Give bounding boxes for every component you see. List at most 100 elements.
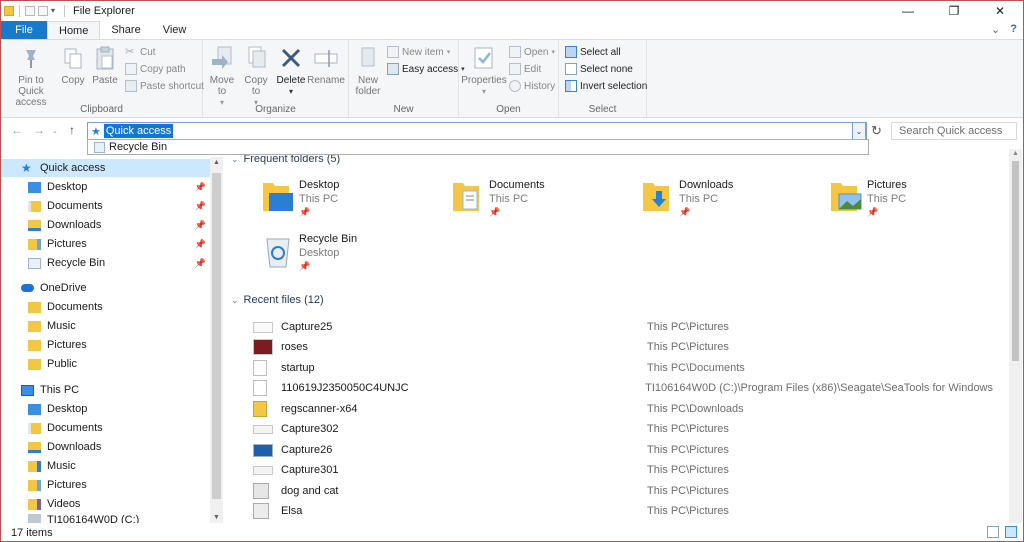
- properties-icon[interactable]: [25, 6, 35, 16]
- nav-qa-documents[interactable]: Documents 📌: [1, 197, 210, 215]
- recent-file-row[interactable]: Elsa This PC\Pictures: [253, 501, 993, 521]
- content-scroll-thumb[interactable]: [1012, 161, 1019, 361]
- scroll-up-icon[interactable]: ▲: [1012, 150, 1019, 157]
- close-button[interactable]: ✕: [977, 1, 1023, 21]
- minimize-button[interactable]: —: [885, 1, 931, 21]
- select-group: Select all Select none Invert selection …: [559, 40, 647, 118]
- recent-files-header[interactable]: ⌄ Recent files (12): [231, 292, 324, 308]
- nav-this-pc[interactable]: This PC: [1, 381, 210, 399]
- new-folder-button[interactable]: New folder: [353, 44, 383, 97]
- rename-button[interactable]: Rename: [307, 44, 345, 86]
- new-item-button[interactable]: New item ▾: [387, 46, 450, 58]
- nav-od-pictures[interactable]: Pictures: [1, 336, 210, 354]
- cut-button[interactable]: ✂ Cut: [125, 46, 156, 58]
- file-name: dog and cat: [281, 485, 339, 497]
- recent-file-row[interactable]: Capture302 This PC\Pictures: [253, 419, 993, 439]
- recent-file-row[interactable]: 110619J2350050C4UNJC TI106164W0D (C:)\Pr…: [253, 378, 993, 398]
- nav-qa-desktop[interactable]: Desktop 📌: [1, 178, 210, 196]
- nav-pc-downloads[interactable]: Downloads: [1, 438, 210, 456]
- frequent-folder-tile[interactable]: Downloads This PC 📌: [641, 179, 811, 229]
- help-icon[interactable]: ?: [1010, 23, 1017, 36]
- file-location: This PC\Pictures: [647, 485, 729, 497]
- content-scrollbar[interactable]: ▲: [1009, 149, 1022, 523]
- customize-chevron-icon[interactable]: ▾: [51, 6, 59, 16]
- paste-label: Paste: [92, 75, 118, 86]
- frequent-folder-tile[interactable]: Desktop This PC 📌: [261, 179, 431, 229]
- nav-od-documents-label: Documents: [47, 301, 103, 313]
- back-arrow-icon[interactable]: ←: [11, 123, 23, 137]
- up-arrow-icon[interactable]: ↑: [69, 123, 75, 137]
- nav-pc-documents[interactable]: Documents: [1, 419, 210, 437]
- nav-pc-videos[interactable]: Videos: [1, 495, 210, 513]
- invert-selection-button[interactable]: Invert selection: [565, 80, 647, 92]
- recent-file-row[interactable]: dog and cat This PC\Pictures: [253, 481, 993, 501]
- nav-od-documents[interactable]: Documents: [1, 298, 210, 316]
- delete-button[interactable]: Delete ▾: [275, 44, 307, 97]
- recent-file-row[interactable]: Capture25 This PC\Pictures: [253, 317, 993, 337]
- nav-quick-access[interactable]: ★ Quick access: [1, 159, 210, 177]
- frequent-folder-tile[interactable]: Documents This PC 📌: [451, 179, 621, 229]
- downloads-icon: [28, 219, 41, 231]
- recent-file-row[interactable]: regscanner-x64 This PC\Downloads: [253, 399, 993, 419]
- scroll-up-icon[interactable]: ▲: [213, 159, 220, 166]
- recent-file-row[interactable]: startup This PC\Documents: [253, 358, 993, 378]
- nav-onedrive[interactable]: OneDrive: [1, 279, 210, 297]
- address-bar-text[interactable]: Quick access: [103, 124, 174, 138]
- pin-to-quick-access-button[interactable]: Pin to Quick access: [5, 44, 57, 108]
- edit-icon: [509, 63, 521, 75]
- file-name: Capture301: [281, 464, 339, 476]
- copy-path-button[interactable]: Copy path: [125, 63, 186, 75]
- maximize-button[interactable]: ❐: [931, 1, 977, 21]
- search-input[interactable]: Search Quick access: [891, 122, 1017, 140]
- nav-pc-desktop[interactable]: Desktop: [1, 400, 210, 418]
- select-all-button[interactable]: Select all: [565, 46, 621, 58]
- tab-home[interactable]: Home: [47, 21, 101, 39]
- nav-scroll-thumb[interactable]: [212, 173, 221, 499]
- tab-file[interactable]: File: [1, 21, 47, 39]
- collapse-ribbon-icon[interactable]: ⌄: [991, 23, 1000, 36]
- nav-od-music[interactable]: Music: [1, 317, 210, 335]
- dropdown-arrow-icon: ▾: [551, 49, 555, 56]
- recent-file-row[interactable]: Capture26 This PC\Pictures: [253, 440, 993, 460]
- address-dropdown-chevron-icon[interactable]: ⌄: [852, 122, 866, 140]
- paste-button[interactable]: Paste: [91, 44, 119, 86]
- forward-arrow-icon[interactable]: →: [33, 123, 45, 137]
- nav-qa-recycle-bin[interactable]: Recycle Bin 📌: [1, 254, 210, 272]
- paste-shortcut-button[interactable]: Paste shortcut: [125, 80, 204, 92]
- details-view-icon[interactable]: [987, 526, 999, 538]
- dropdown-arrow-icon: ▾: [288, 87, 293, 96]
- new-folder-icon: [355, 44, 381, 72]
- nav-qa-downloads[interactable]: Downloads 📌: [1, 216, 210, 234]
- tab-share[interactable]: Share: [100, 21, 151, 39]
- recent-locations-chevron-icon[interactable]: ⌄: [52, 127, 58, 135]
- frequent-folder-tile[interactable]: Pictures This PC 📌: [829, 179, 999, 229]
- large-icons-view-icon[interactable]: [1005, 526, 1017, 538]
- copy-button[interactable]: Copy: [59, 44, 87, 86]
- properties-button[interactable]: Properties ▾: [461, 44, 507, 97]
- frequent-folder-tile[interactable]: Recycle Bin Desktop 📌: [261, 233, 431, 283]
- nav-pc-drive-c[interactable]: TI106164W0D (C:): [1, 514, 210, 523]
- tab-view[interactable]: View: [152, 21, 198, 39]
- refresh-icon[interactable]: ↻: [871, 123, 882, 139]
- select-none-button[interactable]: Select none: [565, 63, 633, 75]
- move-to-button[interactable]: Move to ▾: [207, 44, 237, 108]
- clipboard-group-label: Clipboard: [80, 104, 123, 115]
- nav-pc-music[interactable]: Music: [1, 457, 210, 475]
- open-button[interactable]: Open ▾: [509, 46, 555, 58]
- scroll-down-icon[interactable]: ▼: [213, 514, 220, 521]
- recent-file-row[interactable]: roses This PC\Pictures: [253, 337, 993, 357]
- nav-qa-pictures[interactable]: Pictures 📌: [1, 235, 210, 253]
- autocomplete-item[interactable]: Recycle Bin: [90, 141, 868, 153]
- new-folder-icon[interactable]: [38, 6, 48, 16]
- address-bar[interactable]: ★ Quick access ⌄: [87, 122, 867, 140]
- nav-pc-pictures[interactable]: Pictures: [1, 476, 210, 494]
- file-name: Elsa: [281, 505, 303, 517]
- recent-file-row[interactable]: Capture301 This PC\Pictures: [253, 460, 993, 480]
- nav-od-public[interactable]: Public: [1, 355, 210, 373]
- nav-pane-scrollbar[interactable]: ▲ ▼: [210, 157, 223, 523]
- easy-access-button[interactable]: Easy access ▾: [387, 63, 465, 75]
- copy-to-button[interactable]: Copy to ▾: [241, 44, 271, 108]
- edit-button[interactable]: Edit: [509, 63, 541, 75]
- history-button[interactable]: History: [509, 80, 555, 92]
- rename-icon: [313, 44, 339, 72]
